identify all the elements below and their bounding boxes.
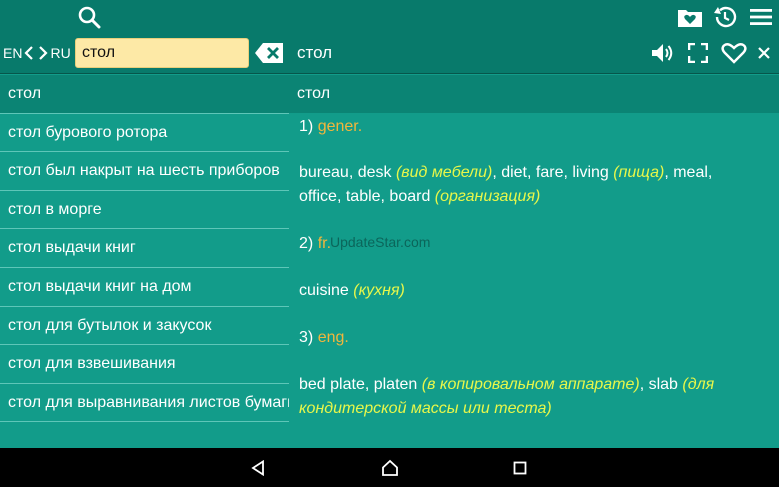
sense-label: eng. <box>317 329 349 346</box>
list-item[interactable]: стол для взвешивания <box>0 345 289 384</box>
entry-title: стол <box>289 75 779 113</box>
chevron-right-icon[interactable] <box>37 45 49 61</box>
list-item[interactable]: стол выдачи книг <box>0 229 289 268</box>
heart-folder-icon[interactable] <box>676 4 704 30</box>
chevron-left-icon[interactable] <box>23 45 35 61</box>
sense-number: 3) <box>299 329 314 346</box>
search-input[interactable] <box>75 38 249 68</box>
backspace-clear-icon[interactable] <box>254 41 284 65</box>
sense-1-translations: bureau, desk (вид мебели), diet, fare, l… <box>299 161 769 209</box>
watermark: UpdateStar.com <box>330 234 431 250</box>
speaker-icon[interactable] <box>649 41 675 65</box>
usage-note: (кухня) <box>353 282 405 299</box>
sense-3-heading: 3) eng. <box>299 326 769 350</box>
sense-1-heading: 1) gener. <box>299 115 769 139</box>
list-item[interactable]: стол для бутылок и закусок <box>0 307 289 346</box>
sense-label: gener. <box>317 118 363 135</box>
usage-note: (организация) <box>434 188 541 205</box>
list-item[interactable]: стол был накрыт на шесть приборов <box>0 152 289 191</box>
close-icon[interactable] <box>755 44 773 62</box>
target-language[interactable]: RU <box>50 45 70 61</box>
translation-line: bureau, desk (вид мебели), diet, fare, l… <box>299 161 769 185</box>
list-item[interactable]: стол в морге <box>0 191 289 230</box>
list-item[interactable]: стол выдачи книг на дом <box>0 268 289 307</box>
heart-icon[interactable] <box>720 41 748 65</box>
sense-2-translations: cuisine (кухня) <box>299 279 769 303</box>
list-item[interactable]: стол для выравнивания листов бумаги <box>0 384 289 423</box>
translation-panel: стол 1) gener. bureau, desk (вид мебели)… <box>289 75 779 448</box>
translation-text: bed plate, platen <box>299 376 422 393</box>
header-word: стол <box>297 43 333 62</box>
translation-text: , meal, <box>664 164 713 181</box>
usage-note: (пища) <box>613 164 665 181</box>
usage-note: (для <box>682 376 715 393</box>
translation-text: , slab <box>639 376 683 393</box>
translation-text: bureau, desk <box>299 164 396 181</box>
usage-note: кондитерской массы или теста) <box>299 400 552 417</box>
sense-number: 2) <box>299 235 314 252</box>
word-list: стол стол бурового ротора стол был накры… <box>0 75 289 448</box>
sense-3-translations: bed plate, platen (в копировальном аппар… <box>299 373 769 421</box>
translation-text: , diet, fare, living <box>492 164 614 181</box>
search-icon[interactable] <box>76 4 102 30</box>
dictionary-app: EN RU стол стол стол бурового ротора сто… <box>0 0 779 448</box>
translation-text: office, table, board <box>299 188 435 205</box>
source-language[interactable]: EN <box>3 45 22 61</box>
translation-line: office, table, board (организация) <box>299 185 769 209</box>
recents-icon[interactable] <box>512 460 528 476</box>
list-item[interactable]: стол <box>0 75 289 114</box>
translation-text: cuisine <box>299 282 354 299</box>
translation-line: bed plate, platen (в копировальном аппар… <box>299 373 769 397</box>
list-item[interactable]: стол бурового ротора <box>0 114 289 153</box>
language-switcher: EN RU <box>3 43 71 63</box>
top-bar: EN RU стол <box>0 0 779 74</box>
back-icon[interactable] <box>249 459 267 477</box>
usage-note: (вид мебели) <box>395 164 493 181</box>
home-icon[interactable] <box>380 458 400 478</box>
system-nav-bar <box>0 448 779 487</box>
menu-icon[interactable] <box>748 5 774 29</box>
history-icon[interactable] <box>711 3 739 31</box>
usage-note: (в копировальном аппарате) <box>421 376 640 393</box>
fullscreen-icon[interactable] <box>686 42 710 64</box>
sense-number: 1) <box>299 118 314 135</box>
translation-line: кондитерской массы или теста) <box>299 397 769 421</box>
